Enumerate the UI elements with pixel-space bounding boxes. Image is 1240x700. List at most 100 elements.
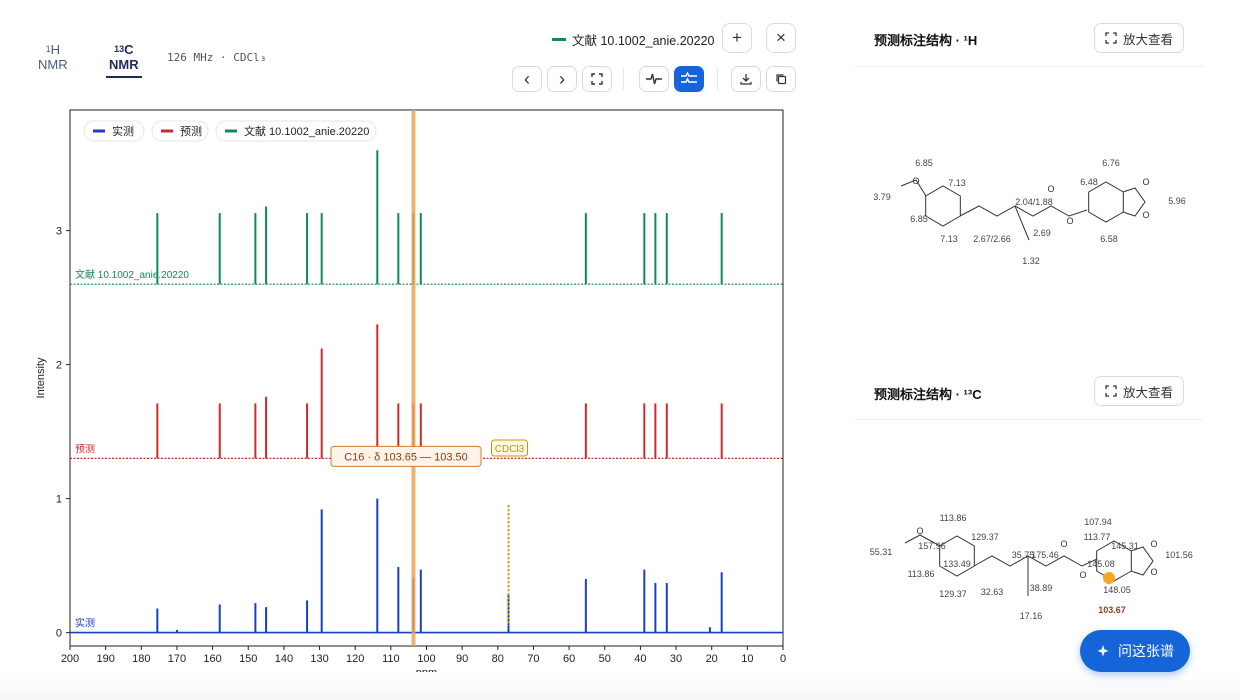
x-tick-label: 110 <box>382 653 400 665</box>
bottom-bar <box>0 672 1240 700</box>
atom-label: O <box>1142 210 1149 220</box>
x-tick-label: 30 <box>670 653 682 665</box>
copy-button[interactable] <box>766 66 796 92</box>
zoom-1h-button[interactable]: 放大查看 <box>1094 23 1184 53</box>
atom-label: O <box>1150 539 1157 549</box>
fit-view-button[interactable] <box>582 66 612 92</box>
chevron-left-icon: ‹ <box>524 69 530 89</box>
shift-label: 7.13 <box>948 178 966 188</box>
toolbar-divider <box>623 68 624 90</box>
x-tick-label: 60 <box>563 653 575 665</box>
series-label: 预测 <box>75 442 95 455</box>
download-button[interactable] <box>731 66 761 92</box>
zoom-1h-label: 放大查看 <box>1122 32 1173 47</box>
copy-icon <box>776 74 787 85</box>
x-tick-label: 170 <box>168 653 186 665</box>
shift-label: 6.48 <box>1080 177 1098 187</box>
x-tick-label: 130 <box>310 653 328 665</box>
shift-label: 113.77 <box>1084 532 1111 542</box>
x-tick-label: 40 <box>634 653 646 665</box>
panel-title-1h: 预测标注结构 · ¹H <box>874 33 978 48</box>
zoom-13c-button[interactable]: 放大查看 <box>1094 376 1184 406</box>
benzene-ring <box>925 185 961 227</box>
nmr-viewer: 1H NMR 13C NMR 126 MHz · CDCl₃ 文献 10.100… <box>0 0 1240 700</box>
shift-label: 129.37 <box>939 589 967 599</box>
atom-label: O <box>1060 539 1067 549</box>
atom-label: O <box>1142 177 1149 187</box>
tab-1h-nmr[interactable]: 1H NMR <box>38 42 68 72</box>
x-tick-label: 70 <box>527 653 539 665</box>
stacked-view-button[interactable] <box>674 66 704 92</box>
shift-label: 7.13 <box>940 234 958 244</box>
atom-label: O <box>1079 570 1086 580</box>
x-tick-label: 90 <box>456 653 468 665</box>
atom-label: O <box>1047 184 1054 194</box>
atom-label: O <box>1066 216 1073 226</box>
x-tick-label: 190 <box>96 653 114 665</box>
overlay-icon <box>646 73 662 85</box>
frequency-label: 126 MHz · CDCl₃ <box>167 51 267 64</box>
shift-label: 103.67 <box>1098 605 1126 615</box>
shift-label: 107.94 <box>1084 517 1112 527</box>
shift-label: 145.08 <box>1087 559 1115 569</box>
expand-icon <box>1105 32 1117 44</box>
highlight-band <box>411 110 416 646</box>
shift-label: 17.16 <box>1020 611 1043 621</box>
single-view-button[interactable] <box>639 66 669 92</box>
toolbar-divider <box>717 68 718 90</box>
atom-label: O <box>1150 567 1157 577</box>
y-tick-label: 3 <box>56 226 62 238</box>
close-icon: × <box>776 28 786 47</box>
shift-label: 38.89 <box>1030 583 1053 593</box>
shift-label: 1.32 <box>1022 256 1040 266</box>
shift-label: 2.67/2.66 <box>973 234 1011 244</box>
highlight-atom <box>1103 572 1115 584</box>
ask-spectrum-button[interactable]: 问这张谱 <box>1080 630 1190 672</box>
shift-label: 32.63 <box>981 587 1004 597</box>
panel-divider <box>855 419 1203 420</box>
ask-spectrum-label: 问这张谱 <box>1118 643 1174 659</box>
x-tick-label: 50 <box>599 653 611 665</box>
shift-label: 5.96 <box>1168 196 1186 206</box>
shift-label: 145.31 <box>1111 541 1139 551</box>
x-tick-label: 140 <box>275 653 293 665</box>
nmr-spectrum-chart[interactable]: 实测预测文献 10.1002_anie.20220CDCl3C16 · δ 10… <box>0 100 800 690</box>
reference-swatch <box>552 38 566 41</box>
solvent-label: CDCl3 <box>495 444 525 455</box>
shift-label: 101.56 <box>1165 550 1193 560</box>
stack-icon <box>681 72 697 83</box>
shift-label: 133.49 <box>943 559 971 569</box>
zoom-13c-label: 放大查看 <box>1122 385 1173 400</box>
x-tick-label: 120 <box>346 653 364 665</box>
shift-label: 6.85 <box>915 158 933 168</box>
x-tick-label: 100 <box>417 653 435 665</box>
atom-label: O <box>912 176 919 186</box>
sparkle-icon <box>1097 645 1109 657</box>
add-reference-button[interactable]: + <box>722 23 752 53</box>
prev-button[interactable]: ‹ <box>512 66 542 92</box>
next-button[interactable]: › <box>547 66 577 92</box>
legend-label: 实测 <box>112 124 134 138</box>
x-tick-label: 160 <box>203 653 221 665</box>
shift-label: 6.76 <box>1102 158 1120 168</box>
structure-13c[interactable]: O O O O O 113.86 129.37 157.96 55.31 133.49 113.86… <box>855 505 1203 625</box>
structure-1h[interactable]: O O O O O 6.85 7.13 3.79 6.85 7.13 2.04/1.88 2.67/2… <box>855 140 1203 280</box>
x-tick-label: 20 <box>706 653 718 665</box>
x-tick-label: 180 <box>132 653 150 665</box>
x-tick-label: 200 <box>61 653 79 665</box>
shift-label: 3.79 <box>873 192 891 202</box>
series-label: 文献 10.1002_anie.20220 <box>75 268 189 281</box>
x-tick-label: 10 <box>741 653 753 665</box>
shift-label: 113.86 <box>940 513 967 523</box>
plus-icon: + <box>732 28 742 47</box>
plot-frame <box>69 109 784 647</box>
legend-label: 文献 10.1002_anie.20220 <box>244 124 369 138</box>
series-label: 实测 <box>75 617 95 630</box>
y-tick-label: 1 <box>56 494 62 506</box>
close-reference-button[interactable]: × <box>766 23 796 53</box>
shift-label: 148.05 <box>1103 585 1131 595</box>
reference-legend: 文献 10.1002_anie.20220 <box>552 30 714 49</box>
chevron-right-icon: › <box>559 69 565 89</box>
fullscreen-icon <box>591 73 603 85</box>
tab-13c-nmr[interactable]: 13C NMR <box>106 42 142 78</box>
